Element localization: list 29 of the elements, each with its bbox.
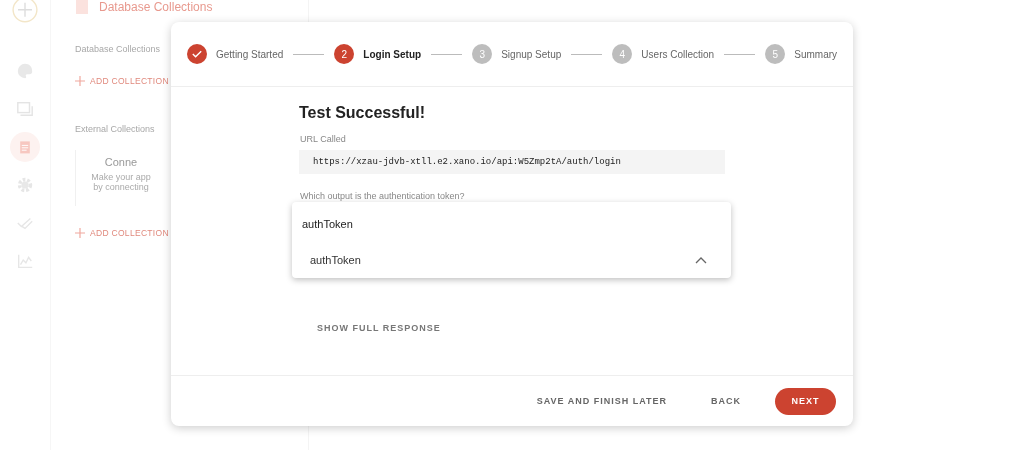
field-label: Which output is the authentication token? bbox=[300, 191, 465, 201]
stepper-step[interactable]: 3 Signup Setup bbox=[472, 44, 562, 64]
card-text: by connecting bbox=[93, 182, 149, 192]
document-icon bbox=[75, 0, 89, 15]
stepper-step[interactable]: 2 Login Setup bbox=[334, 44, 422, 64]
stepper-step[interactable]: 4 Users Collection bbox=[612, 44, 715, 64]
panel-title: Database Collections bbox=[99, 0, 213, 14]
dropdown-option[interactable]: authToken bbox=[292, 254, 731, 266]
section-title: External Collections bbox=[75, 124, 155, 134]
section-title: Database Collections bbox=[75, 44, 161, 54]
plus-icon bbox=[75, 76, 85, 86]
next-button[interactable]: NEXT bbox=[775, 387, 836, 415]
stepper-step[interactable]: Getting Started bbox=[187, 44, 284, 64]
field-label: URL Called bbox=[300, 134, 346, 144]
dialog-heading: Test Successful! bbox=[299, 104, 425, 122]
gear-icon[interactable] bbox=[16, 176, 34, 194]
windows-icon[interactable] bbox=[16, 100, 34, 118]
filter-text[interactable]: authToken bbox=[302, 218, 353, 230]
stepper-step[interactable]: 5 Summary bbox=[765, 44, 838, 64]
footer-button[interactable]: SAVE AND FINISH LATER bbox=[536, 396, 667, 406]
chevron-up-icon bbox=[695, 256, 707, 264]
plus-icon bbox=[75, 228, 85, 238]
card-title: Conne bbox=[104, 156, 138, 168]
chart-icon[interactable] bbox=[16, 252, 34, 270]
url-field: https://xzau-jdvb-xtll.e2.xano.io/api:W5Zmp2tA/auth/login bbox=[299, 150, 725, 174]
card-text: Make your app bbox=[91, 172, 151, 182]
footer-button[interactable]: BACK bbox=[711, 396, 741, 406]
document-icon[interactable] bbox=[10, 132, 40, 162]
show-response-button[interactable]: SHOW FULL RESPONSE bbox=[317, 323, 441, 333]
